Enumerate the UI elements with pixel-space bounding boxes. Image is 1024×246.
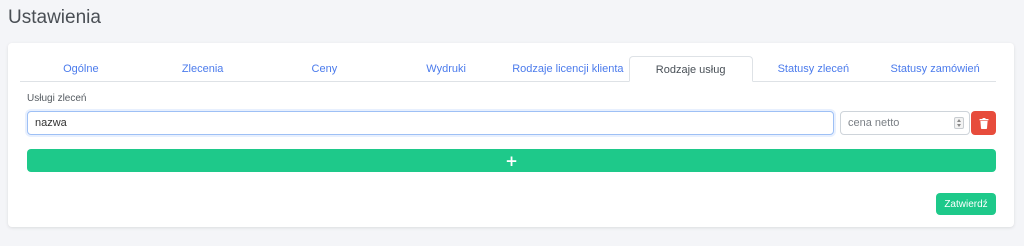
delete-service-button[interactable]: [971, 111, 996, 135]
settings-tabs: Ogólne Zlecenia Ceny Wydruki Rodzaje lic…: [20, 56, 996, 82]
tab-purchase-statuses[interactable]: Statusy zamówień: [874, 56, 996, 81]
net-price-input[interactable]: [841, 112, 949, 134]
stepper-down-icon[interactable]: [957, 124, 961, 127]
add-service-button[interactable]: +: [27, 149, 996, 172]
price-field[interactable]: [840, 111, 970, 135]
tab-orders[interactable]: Zlecenia: [142, 56, 264, 81]
tab-service-types[interactable]: Rodzaje usług: [628, 56, 753, 82]
tab-general[interactable]: Ogólne: [20, 56, 142, 81]
tab-order-statuses[interactable]: Statusy zleceń: [753, 56, 875, 81]
services-section-label: Usługi zleceń: [27, 93, 87, 104]
submit-button[interactable]: Zatwierdź: [936, 193, 996, 215]
settings-card: Ogólne Zlecenia Ceny Wydruki Rodzaje lic…: [8, 43, 1014, 227]
trash-icon: [979, 117, 988, 129]
stepper-up-icon[interactable]: [957, 119, 961, 122]
tab-printouts[interactable]: Wydruki: [385, 56, 507, 81]
service-name-input[interactable]: [27, 111, 834, 135]
page-title: Ustawienia: [8, 7, 101, 28]
tab-prices[interactable]: Ceny: [264, 56, 386, 81]
tab-client-license-types[interactable]: Rodzaje licencji klienta: [507, 56, 629, 81]
price-stepper[interactable]: [954, 117, 964, 129]
